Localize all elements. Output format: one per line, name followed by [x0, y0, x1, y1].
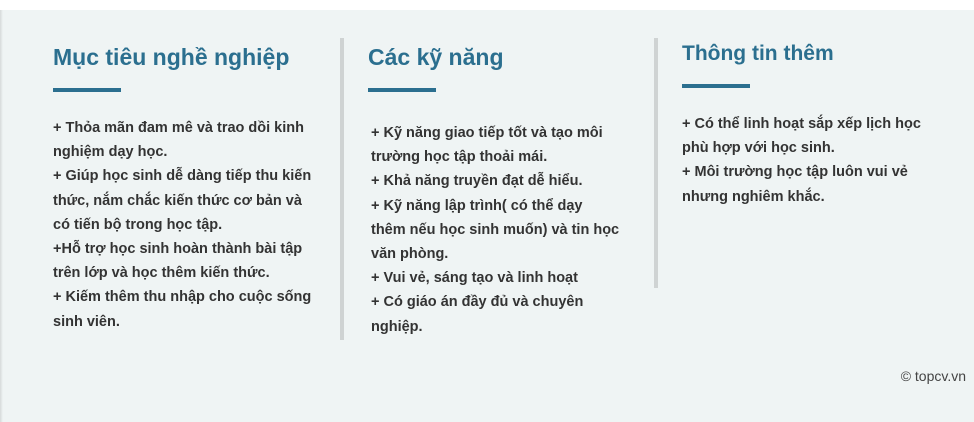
text-line: có tiến bộ trong học tập.	[53, 216, 223, 233]
topcv-watermark: © topcv.vn	[900, 368, 966, 384]
text-line: + Vui vẻ, sáng tạo và linh hoạt	[371, 270, 578, 287]
text-line: nhưng nghiêm khắc.	[682, 188, 825, 205]
text-line: nghiệp.	[371, 318, 423, 335]
text-line: trường học tập thoải mái.	[371, 149, 548, 166]
skills-underline	[368, 88, 436, 92]
career-goals-underline	[53, 88, 121, 92]
text-line: trên lớp và học thêm kiến thức.	[53, 265, 270, 282]
career-goals-text: + Thỏa mãn đam mê và trao dồi kinh nghiệ…	[53, 116, 333, 334]
text-line: + Môi trường học tập luôn vui vẻ	[682, 164, 908, 181]
column-separator	[340, 38, 344, 340]
extra-info-text: + Có thể linh hoạt sắp xếp lịch học phù …	[682, 112, 952, 209]
text-line: thêm nếu học sinh muốn) và tin học	[371, 221, 620, 238]
extra-info-underline	[682, 84, 750, 88]
text-line: sinh viên.	[53, 313, 120, 330]
text-line: + Kỹ năng giao tiếp tốt và tạo môi	[371, 125, 603, 141]
panel-edge	[0, 10, 3, 422]
skills-title: Các kỹ năng	[368, 44, 504, 70]
text-line: + Giúp học sinh dễ dàng tiếp thu kiến	[53, 168, 312, 185]
text-line: + Có thể linh hoạt sắp xếp lịch học	[682, 116, 921, 132]
career-goals-title: Mục tiêu nghề nghiệp	[53, 44, 290, 70]
text-line: + Kỹ năng lập trình( có thể dạy	[371, 197, 583, 214]
skills-text: + Kỹ năng giao tiếp tốt và tạo môi trườn…	[371, 121, 646, 339]
text-line: nghiệm dạy học.	[53, 144, 168, 161]
column-separator	[654, 38, 658, 288]
text-line: phù hợp với học sinh.	[682, 140, 835, 157]
text-line: + Khả năng truyền đạt dễ hiểu.	[371, 173, 583, 190]
text-line: + Có giáo án đầy đủ và chuyên	[371, 294, 584, 311]
text-line: văn phòng.	[371, 246, 449, 263]
text-line: + Kiếm thêm thu nhập cho cuộc sống	[53, 289, 312, 306]
text-line: +Hỗ trợ học sinh hoàn thành bài tập	[53, 241, 303, 258]
text-line: thức, nắm chắc kiến thức cơ bản và	[53, 192, 302, 209]
extra-info-title: Thông tin thêm	[682, 42, 834, 65]
text-line: + Thỏa mãn đam mê và trao dồi kinh	[53, 120, 304, 136]
